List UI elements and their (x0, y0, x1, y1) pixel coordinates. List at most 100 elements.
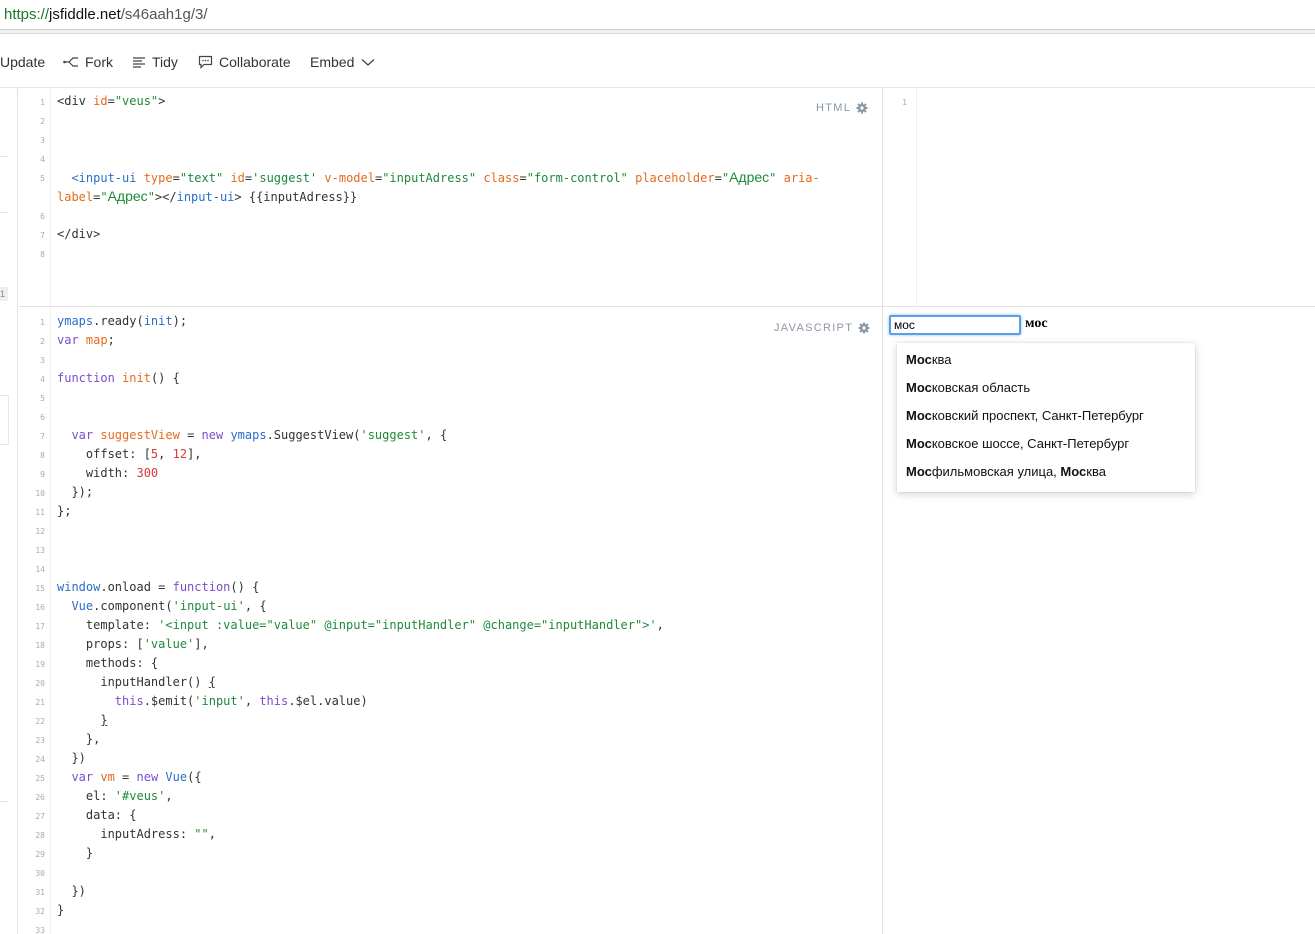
line-number: 11 (35, 508, 45, 517)
css-editor-panel[interactable]: 1 (883, 88, 1315, 307)
suggest-item[interactable]: Московский проспект, Санкт-Петербург (906, 402, 1144, 430)
url-text[interactable]: https://jsfiddle.net/s46aah1g/3/ (4, 6, 208, 23)
chat-bubble-icon (198, 55, 213, 69)
gear-icon[interactable] (858, 322, 870, 334)
code-line: }); (57, 485, 94, 499)
html-editor-panel[interactable]: 1 2 3 4 5 6 7 8 <div id="veus"> <input-u… (19, 88, 882, 307)
fiddle-toolbar: Update Fork Tidy Collaborate Embed (0, 35, 1315, 88)
line-number: 4 (40, 155, 45, 164)
code-line: }) (57, 884, 86, 898)
embed-label: Embed (310, 54, 355, 70)
html-gutter: 1 2 3 4 5 6 7 8 (19, 88, 51, 306)
javascript-panel-label[interactable]: JAVASCRIPT (774, 322, 870, 334)
code-line: data: { (57, 808, 137, 822)
left-sidebar: 1 (0, 88, 18, 934)
suggest-item[interactable]: Московское шоссе, Санкт-Петербург (906, 430, 1129, 458)
tidy-button[interactable]: Tidy (132, 52, 178, 72)
code-line: var map; (57, 333, 115, 347)
line-number: 13 (35, 546, 45, 555)
suggest-input[interactable] (889, 315, 1021, 335)
line-number: 23 (35, 736, 45, 745)
line-number: 17 (35, 622, 45, 631)
tidy-label: Tidy (152, 54, 178, 70)
line-number: 5 (40, 394, 45, 403)
code-line: offset: [5, 12], (57, 447, 202, 461)
line-number: 28 (35, 831, 45, 840)
embed-button[interactable]: Embed (310, 52, 375, 72)
update-button[interactable]: Update (0, 52, 45, 72)
code-line: } (100, 713, 108, 727)
sidebar-divider (0, 156, 8, 157)
line-number: 8 (40, 250, 45, 259)
line-number: 12 (35, 527, 45, 536)
sidebar-divider (0, 212, 8, 213)
chevron-down-icon (361, 58, 375, 66)
sidebar-box (0, 395, 9, 445)
code-line: }; (57, 504, 72, 518)
code-line: <input-ui type="text" id='suggest' v-mod… (71, 169, 820, 185)
code-line: inputAdress: "", (57, 827, 216, 841)
line-number: 2 (40, 117, 45, 126)
suggest-item[interactable]: Москва (906, 346, 952, 374)
line-number: 3 (40, 136, 45, 145)
line-number: 16 (35, 603, 45, 612)
code-line: window.onload = function() { (57, 580, 260, 594)
line-number: 33 (35, 926, 45, 934)
line-number: 14 (35, 565, 45, 574)
update-label: Update (0, 54, 46, 70)
line-number: 27 (35, 812, 45, 821)
code-line: props: ['value'], (57, 637, 209, 651)
line-number: 26 (35, 793, 45, 802)
line-number: 30 (35, 869, 45, 878)
line-number: 6 (40, 212, 45, 221)
address-bar[interactable]: https://jsfiddle.net/s46aah1g/3/ (0, 0, 1315, 30)
line-number: 18 (35, 641, 45, 650)
code-line: function init() { (57, 371, 180, 385)
line-number: 5 (40, 174, 45, 183)
code-line: }) (57, 751, 86, 765)
code-line: } (57, 846, 94, 860)
fork-icon (63, 57, 78, 67)
line-number: 8 (40, 451, 45, 460)
line-number: 29 (35, 850, 45, 859)
line-number: 25 (35, 774, 45, 783)
collaborate-label: Collaborate (219, 54, 291, 70)
line-number: 1 (902, 98, 907, 107)
line-number: 15 (35, 584, 45, 593)
url-scheme: https:// (4, 6, 50, 23)
line-number: 3 (40, 356, 45, 365)
line-number: 4 (40, 375, 45, 384)
fork-label: Fork (85, 54, 113, 70)
html-panel-label[interactable]: HTML (816, 102, 868, 114)
gear-icon[interactable] (856, 102, 868, 114)
line-number: 9 (40, 470, 45, 479)
code-line: template: '<input :value="value" @input=… (57, 618, 664, 632)
js-gutter: 1 2 3 4 5 6 7 8 9 10 11 12 13 14 15 16 17 18 19 20 21 22 23 24 2… (19, 308, 51, 934)
result-panel[interactable]: 1 мос Москва Московская область Московск… (883, 88, 1315, 934)
line-number: 10 (35, 489, 45, 498)
javascript-editor-panel[interactable]: 1 2 3 4 5 6 7 8 9 10 11 12 13 14 15 16 17 18 19 20 21 22 23 24 2… (19, 308, 882, 934)
code-line: var suggestView = new ymaps.SuggestView(… (57, 428, 448, 442)
line-number: 20 (35, 679, 45, 688)
suggest-item[interactable]: Московская область (906, 374, 1030, 402)
line-number: 7 (40, 231, 45, 240)
sidebar-badge: 1 (0, 287, 8, 301)
line-number: 2 (40, 337, 45, 346)
line-number: 32 (35, 907, 45, 916)
code-line: this.$emit('input', this.$el.value) (114, 694, 368, 708)
line-number: 22 (35, 717, 45, 726)
suggest-item[interactable]: Мосфильмовская улица, Москва (906, 458, 1106, 486)
code-line: methods: { (57, 656, 159, 670)
line-number: 1 (40, 98, 45, 107)
code-line: <div id="veus"> (57, 94, 166, 108)
line-number: 21 (35, 698, 45, 707)
input-echo-text: мос (1025, 316, 1048, 331)
url-path: /s46aah1g/3/ (120, 6, 208, 23)
fork-button[interactable]: Fork (63, 52, 113, 72)
code-line: label="Адрес"></input-ui> {{inputAdress}… (57, 188, 358, 204)
collaborate-button[interactable]: Collaborate (198, 52, 291, 72)
browser-divider (0, 30, 1315, 34)
suggest-dropdown: Москва Московская область Московский про… (897, 343, 1195, 492)
line-number: 7 (40, 432, 45, 441)
code-line: }, (57, 732, 101, 746)
